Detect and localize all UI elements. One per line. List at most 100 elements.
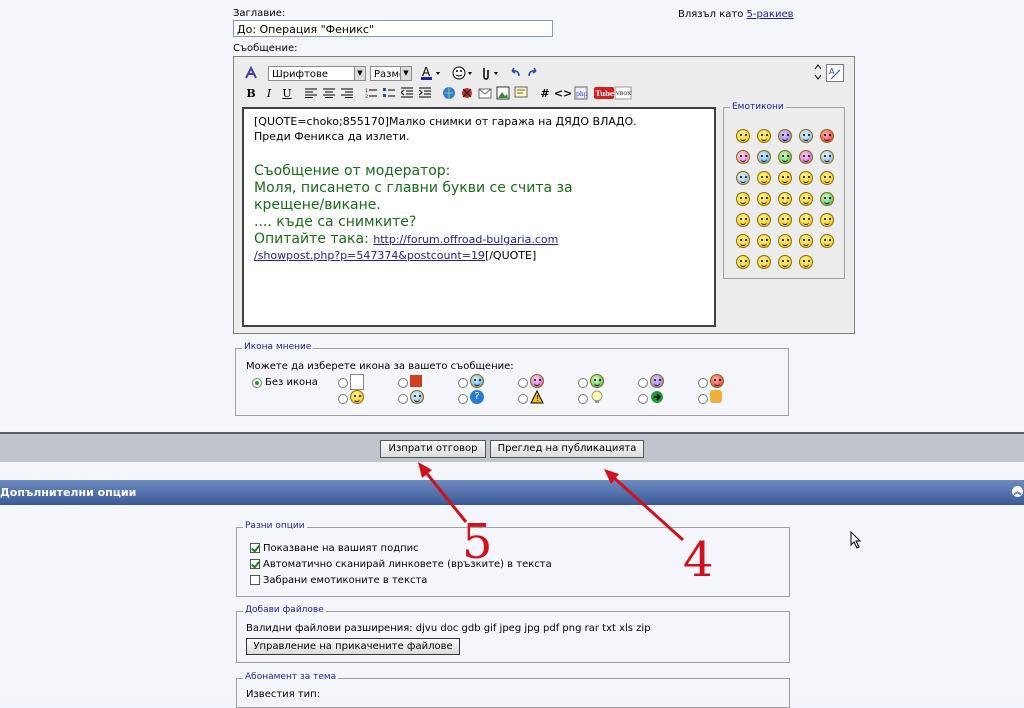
svg-text:VBOX7: VBOX7 [615,91,632,97]
smiley-icon[interactable] [778,234,792,248]
smiley-icon[interactable] [778,213,792,227]
post-icon-radio[interactable] [518,378,528,388]
preview-post-button[interactable]: Преглед на публикацията [490,440,644,458]
smiley-icon [350,390,364,404]
smiley-icon[interactable] [736,150,750,164]
align-right-icon[interactable] [338,84,356,102]
insert-link-icon[interactable] [440,84,458,102]
disable-smilies-checkbox[interactable] [250,575,260,585]
attach-files-fieldset: Добави файлове Валидни файлови разширени… [236,605,790,663]
smiley-icon[interactable] [799,150,813,164]
smiley-icon[interactable] [757,234,771,248]
logged-user-link[interactable]: 5-ракиев [747,9,794,20]
parse-links-checkbox[interactable] [250,559,260,569]
no-icon-label: Без икона [265,377,318,388]
underline-icon[interactable]: U [278,84,296,102]
smiley-icon[interactable] [736,255,750,269]
smiley-icon[interactable] [736,192,750,206]
smiley-icon[interactable] [820,234,834,248]
insert-email-icon[interactable] [476,84,494,102]
undo-icon[interactable] [506,64,524,82]
post-icon-radio[interactable] [398,378,408,388]
post-icon-radio[interactable] [698,394,708,404]
smiley-icon[interactable] [799,192,813,206]
smiley-icon[interactable] [820,129,834,143]
smiley-icon[interactable] [757,150,771,164]
smiley-icon[interactable] [778,129,792,143]
insert-image-icon[interactable] [494,84,512,102]
title-input[interactable]: До: Операция "Феникс" [233,20,553,37]
post-icon-radio[interactable] [698,378,708,388]
smiley-icon[interactable] [736,213,750,227]
ordered-list-icon[interactable]: 12 [362,84,380,102]
align-left-icon[interactable] [302,84,320,102]
smilies-menu-button[interactable] [450,64,476,82]
post-link-part2[interactable]: /showpost.php?p=547374&postcount=19 [254,249,485,262]
message-textarea[interactable]: [QUOTE=choko;855170]Малко снимки от гара… [242,107,716,327]
bold-icon[interactable]: B [242,84,260,102]
show-signature-checkbox[interactable] [250,543,260,553]
indent-icon[interactable] [416,84,434,102]
remove-link-icon[interactable] [458,84,476,102]
post-icon-radio[interactable] [638,394,648,404]
smiley-icon[interactable] [799,129,813,143]
svg-text:php: php [576,91,588,98]
grin-icon [590,374,604,388]
unordered-list-icon[interactable] [380,84,398,102]
message-label: Съобщение: [233,43,298,54]
youtube-vbox-icon[interactable]: TubeVBOX7 [594,84,632,102]
hash-code-icon[interactable]: # [536,84,554,102]
post-icon-radio[interactable] [458,378,468,388]
align-center-icon[interactable] [320,84,338,102]
smiley-icon[interactable] [820,171,834,185]
post-link-part1[interactable]: http://forum.offroad-bulgaria.com [373,233,558,246]
post-icon-radio[interactable] [578,378,588,388]
text-color-button[interactable]: A [418,64,444,82]
smiley-icon[interactable] [799,255,813,269]
collapse-icon[interactable]: ︽ [1012,486,1023,497]
post-icon-prompt: Можете да изберете икона за вашето съобщ… [246,361,514,372]
smiley-icon[interactable] [820,213,834,227]
manage-attachments-button[interactable]: Управление на прикачените файлове [246,638,460,655]
post-icon-radio[interactable] [518,394,528,404]
smiley-icon[interactable] [757,213,771,227]
smiley-icon[interactable] [757,129,771,143]
logged-prefix: Влязъл като [678,9,744,20]
outdent-icon[interactable] [398,84,416,102]
resize-arrows-icon[interactable] [809,63,827,81]
italic-icon[interactable]: I [260,84,278,102]
smiley-icon[interactable] [799,234,813,248]
smiley-icon[interactable] [799,213,813,227]
post-icon-radio[interactable] [578,394,588,404]
smiley-icon[interactable] [778,255,792,269]
smiley-icon[interactable] [778,171,792,185]
subscription-type-label: Известия тип: [246,689,321,700]
smiley-icon[interactable] [778,150,792,164]
smiley-icon[interactable] [757,192,771,206]
post-icon-radio[interactable] [458,394,468,404]
html-code-icon[interactable]: <> [554,84,572,102]
submit-reply-button[interactable]: Изпрати отговор [380,440,486,458]
post-icon-radio[interactable] [338,394,348,404]
post-icon-radio[interactable] [338,378,348,388]
post-icon-radio[interactable] [398,394,408,404]
smiley-icon[interactable] [799,171,813,185]
switch-mode-icon[interactable]: A [826,64,844,82]
size-select[interactable]: Разме ▼ [370,65,412,81]
font-select[interactable]: Шрифтове ▼ [268,65,366,81]
smiley-icon[interactable] [820,150,834,164]
attach-menu-button[interactable] [476,64,502,82]
smiley-icon[interactable] [757,171,771,185]
quote-icon[interactable] [512,84,530,102]
smiley-icon[interactable] [778,192,792,206]
smiley-icon[interactable] [820,192,834,206]
smiley-icon[interactable] [736,171,750,185]
no-icon-radio[interactable] [252,378,262,388]
smiley-icon[interactable] [736,234,750,248]
post-icon-radio[interactable] [638,378,648,388]
smiley-icon[interactable] [757,255,771,269]
redo-icon[interactable] [524,64,542,82]
smiley-icon[interactable] [736,129,750,143]
remove-format-icon[interactable] [242,64,260,82]
php-code-icon[interactable]: php [572,84,590,102]
